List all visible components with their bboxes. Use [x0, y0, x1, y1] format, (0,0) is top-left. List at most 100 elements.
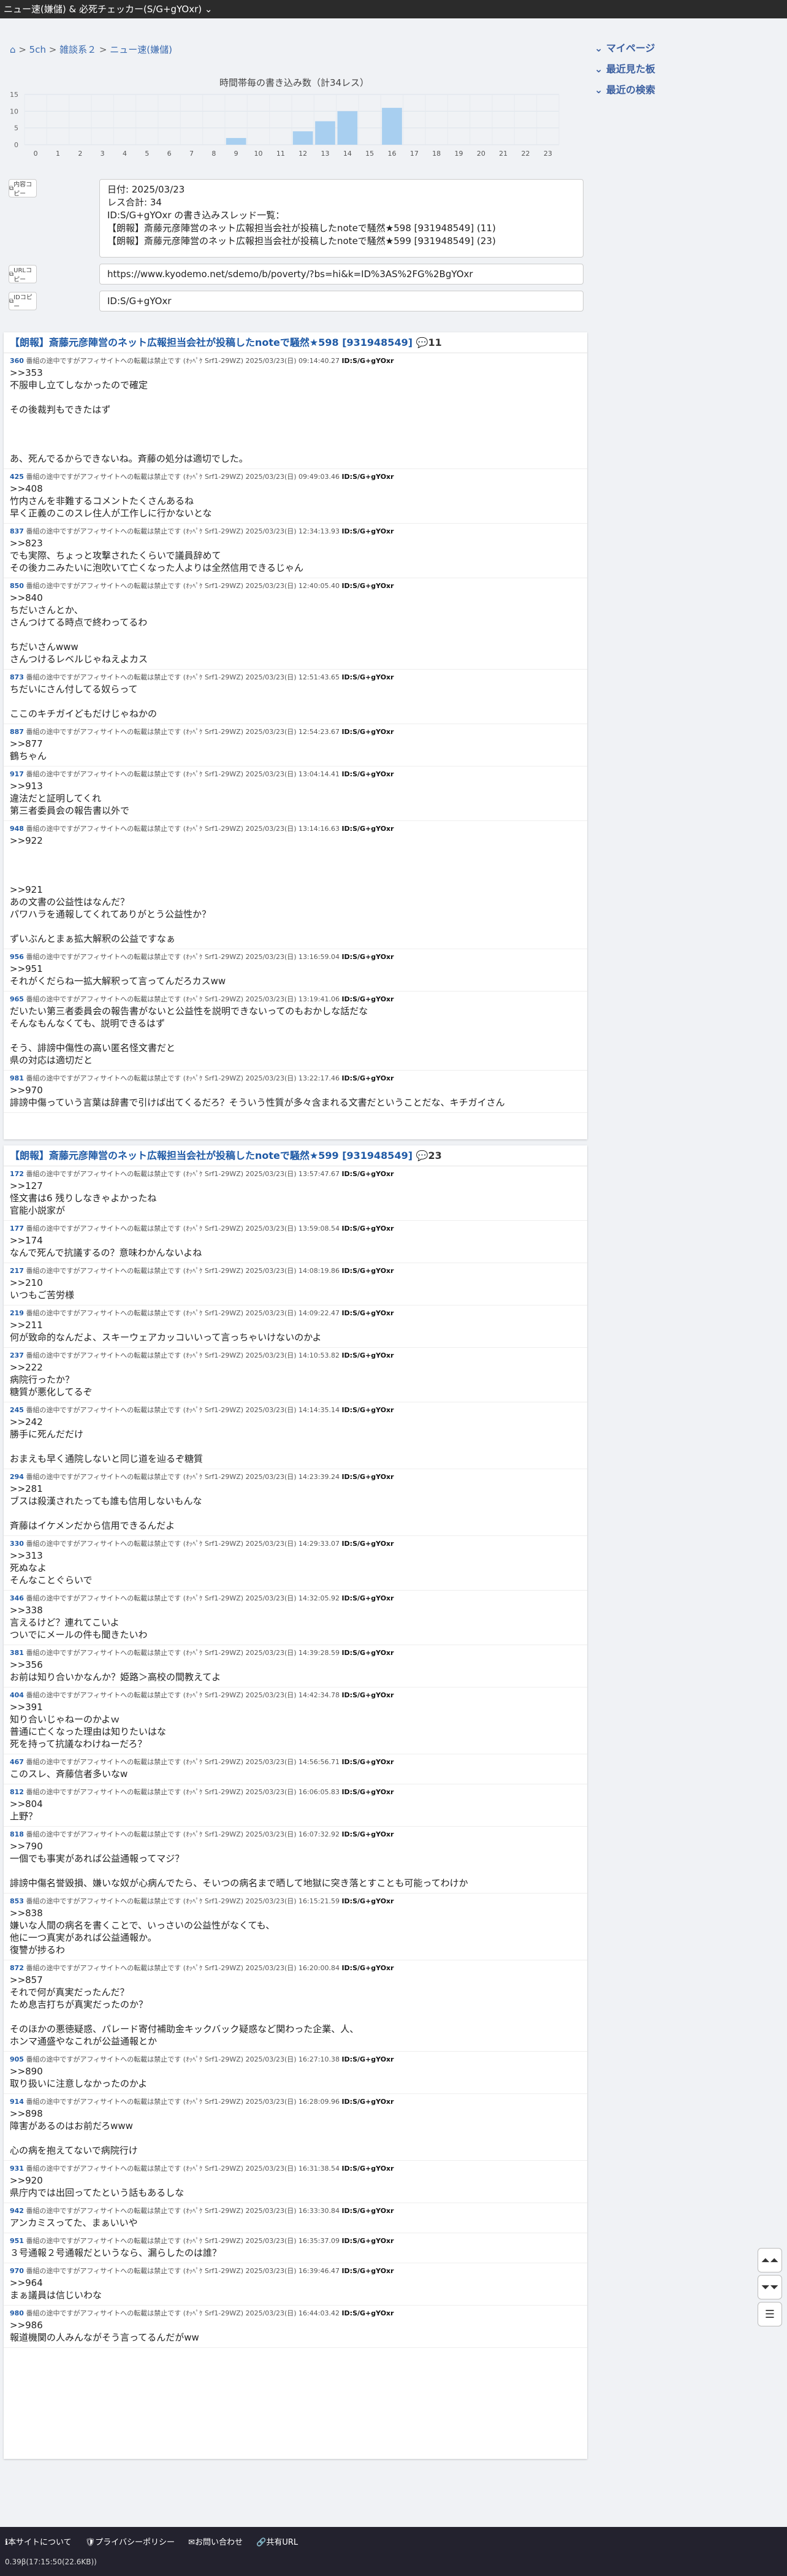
post-user-id[interactable]: ID:S/G+gYOxr [341, 2165, 394, 2173]
post-user-id[interactable]: ID:S/G+gYOxr [341, 357, 394, 365]
post-user-id[interactable]: ID:S/G+gYOxr [341, 2309, 394, 2317]
post-user-id[interactable]: ID:S/G+gYOxr [341, 1691, 394, 1699]
sidebar-item-mypage[interactable]: ⌄ マイページ [595, 42, 778, 63]
post-number[interactable]: 245 [10, 1406, 24, 1414]
home-icon[interactable]: ⌂ [10, 44, 16, 55]
id-field[interactable]: ID:S/G+gYOxr [99, 291, 584, 311]
post-number[interactable]: 951 [10, 2237, 24, 2245]
post-number[interactable]: 965 [10, 995, 24, 1003]
post-number[interactable]: 948 [10, 825, 24, 833]
post-number[interactable]: 942 [10, 2207, 24, 2215]
post-user-id[interactable]: ID:S/G+gYOxr [341, 1406, 394, 1414]
summary-textarea[interactable]: 日付: 2025/03/23 レス合計: 34 ID:S/G+gYOxr の書き… [99, 179, 584, 258]
post-meta: 981 番組の途中ですがアフィサイトへの転載は禁止です (ｵｯﾍﾟｹ Srf1-… [10, 1073, 581, 1084]
scroll-top-button[interactable]: ⏶⏶ [758, 2248, 782, 2272]
scroll-bottom-button[interactable]: ⏷⏷ [758, 2275, 782, 2299]
post-number[interactable]: 360 [10, 357, 24, 365]
post-user-id[interactable]: ID:S/G+gYOxr [341, 953, 394, 961]
post-number[interactable]: 873 [10, 673, 24, 681]
post-number[interactable]: 887 [10, 728, 24, 736]
post-header: 番組の途中ですがアフィサイトへの転載は禁止です (ｵｯﾍﾟｹ Srf1-29WZ… [23, 1074, 342, 1082]
post-number[interactable]: 956 [10, 953, 24, 961]
post-user-id[interactable]: ID:S/G+gYOxr [341, 1594, 394, 1602]
post-user-id[interactable]: ID:S/G+gYOxr [341, 582, 394, 590]
post-user-id[interactable]: ID:S/G+gYOxr [341, 2055, 394, 2063]
sidebar-item-recent-searches[interactable]: ⌄ 最近の検索 [595, 83, 778, 104]
post-number[interactable]: 381 [10, 1649, 24, 1657]
footer-link-share-url[interactable]: 🔗共有URL [256, 2538, 298, 2547]
post-user-id[interactable]: ID:S/G+gYOxr [341, 1649, 394, 1657]
breadcrumb-board-group[interactable]: 雑談系２ [59, 44, 96, 55]
footer-link-privacy[interactable]: 🛡プライバシーポリシー [85, 2538, 175, 2547]
post-number[interactable]: 981 [10, 1074, 24, 1082]
post-number[interactable]: 177 [10, 1225, 24, 1233]
version-info: 0.39β(17:15:50(22.6KB)) [5, 2558, 97, 2566]
post-body: >>840 ちだいさんとか、 さんつけてる時点で終わってるわ ちだいさんwww … [10, 592, 148, 665]
thread-title[interactable]: 【朗報】斎藤元彦陣営のネット広報担当会社が投稿したnoteで騒然★598 [93… [4, 332, 587, 353]
post: 219 番組の途中ですがアフィサイトへの転載は禁止です (ｵｯﾍﾟｹ Srf1-… [4, 1305, 587, 1348]
post-number[interactable]: 917 [10, 770, 24, 778]
post-user-id[interactable]: ID:S/G+gYOxr [341, 2237, 394, 2245]
post-user-id[interactable]: ID:S/G+gYOxr [341, 1473, 394, 1481]
thread-title[interactable]: 【朗報】斎藤元彦陣営のネット広報担当会社が投稿したnoteで騒然★599 [93… [4, 1145, 587, 1166]
post-user-id[interactable]: ID:S/G+gYOxr [341, 1830, 394, 1838]
post-number[interactable]: 404 [10, 1691, 24, 1699]
post-meta: 404 番組の途中ですがアフィサイトへの転載は禁止です (ｵｯﾍﾟｹ Srf1-… [10, 1690, 581, 1701]
url-copy-button[interactable]: ⧉ URLコピー [9, 265, 37, 283]
post-user-id[interactable]: ID:S/G+gYOxr [341, 1309, 394, 1317]
footer: ℹ本サイトについて 🛡プライバシーポリシー ✉お問い合わせ 🔗共有URL 0.3… [0, 2527, 787, 2576]
post-user-id[interactable]: ID:S/G+gYOxr [341, 1351, 394, 1359]
content-copy-button[interactable]: ⧉ 内容コピー [9, 179, 37, 197]
post-user-id[interactable]: ID:S/G+gYOxr [341, 728, 394, 736]
post-number[interactable]: 914 [10, 2098, 24, 2106]
post-number[interactable]: 425 [10, 473, 24, 481]
post-user-id[interactable]: ID:S/G+gYOxr [341, 1897, 394, 1905]
post-number[interactable]: 853 [10, 1897, 24, 1905]
post-header: 番組の途中ですがアフィサイトへの転載は禁止です (ｵｯﾍﾟｹ Srf1-29WZ… [23, 1758, 342, 1766]
post-user-id[interactable]: ID:S/G+gYOxr [341, 995, 394, 1003]
post-user-id[interactable]: ID:S/G+gYOxr [341, 2267, 394, 2275]
post-number[interactable]: 812 [10, 1788, 24, 1796]
x-tick-label: 4 [123, 150, 127, 158]
post-number[interactable]: 905 [10, 2055, 24, 2063]
post-number[interactable]: 837 [10, 527, 24, 535]
post-user-id[interactable]: ID:S/G+gYOxr [341, 1964, 394, 1972]
post-number[interactable]: 346 [10, 1594, 24, 1602]
footer-link-contact[interactable]: ✉お問い合わせ [188, 2538, 243, 2547]
post-number[interactable]: 980 [10, 2309, 24, 2317]
breadcrumb-board[interactable]: ニュー速(嫌儲) [110, 44, 172, 55]
post-user-id[interactable]: ID:S/G+gYOxr [341, 473, 394, 481]
menu-button[interactable]: ☰ [758, 2302, 782, 2326]
post-user-id[interactable]: ID:S/G+gYOxr [341, 1788, 394, 1796]
post-user-id[interactable]: ID:S/G+gYOxr [341, 673, 394, 681]
post-number[interactable]: 237 [10, 1351, 24, 1359]
post-number[interactable]: 931 [10, 2165, 24, 2173]
post-user-id[interactable]: ID:S/G+gYOxr [341, 2098, 394, 2106]
post-user-id[interactable]: ID:S/G+gYOxr [341, 1758, 394, 1766]
post-user-id[interactable]: ID:S/G+gYOxr [341, 1225, 394, 1233]
post-number[interactable]: 872 [10, 1964, 24, 1972]
post-number[interactable]: 850 [10, 582, 24, 590]
post-user-id[interactable]: ID:S/G+gYOxr [341, 1170, 394, 1178]
post-number[interactable]: 219 [10, 1309, 24, 1317]
post-user-id[interactable]: ID:S/G+gYOxr [341, 1540, 394, 1548]
post-number[interactable]: 467 [10, 1758, 24, 1766]
id-copy-button[interactable]: ⧉ IDコピー [9, 292, 37, 310]
post-user-id[interactable]: ID:S/G+gYOxr [341, 1267, 394, 1275]
post-user-id[interactable]: ID:S/G+gYOxr [341, 1074, 394, 1082]
post-number[interactable]: 818 [10, 1830, 24, 1838]
post-user-id[interactable]: ID:S/G+gYOxr [341, 770, 394, 778]
post-number[interactable]: 217 [10, 1267, 24, 1275]
post-number[interactable]: 330 [10, 1540, 24, 1548]
post-user-id[interactable]: ID:S/G+gYOxr [341, 2207, 394, 2215]
url-field[interactable]: https://www.kyodemo.net/sdemo/b/poverty/… [99, 264, 584, 285]
post-number[interactable]: 172 [10, 1170, 24, 1178]
post-number[interactable]: 294 [10, 1473, 24, 1481]
sidebar-item-recent-boards[interactable]: ⌄ 最近見た板 [595, 63, 778, 83]
breadcrumb-site[interactable]: 5ch [29, 44, 46, 55]
post-user-id[interactable]: ID:S/G+gYOxr [341, 825, 394, 833]
chevron-down-icon[interactable]: ⌄ [205, 4, 213, 15]
footer-link-about[interactable]: ℹ本サイトについて [5, 2538, 72, 2547]
post-user-id[interactable]: ID:S/G+gYOxr [341, 527, 394, 535]
post-number[interactable]: 970 [10, 2267, 24, 2275]
